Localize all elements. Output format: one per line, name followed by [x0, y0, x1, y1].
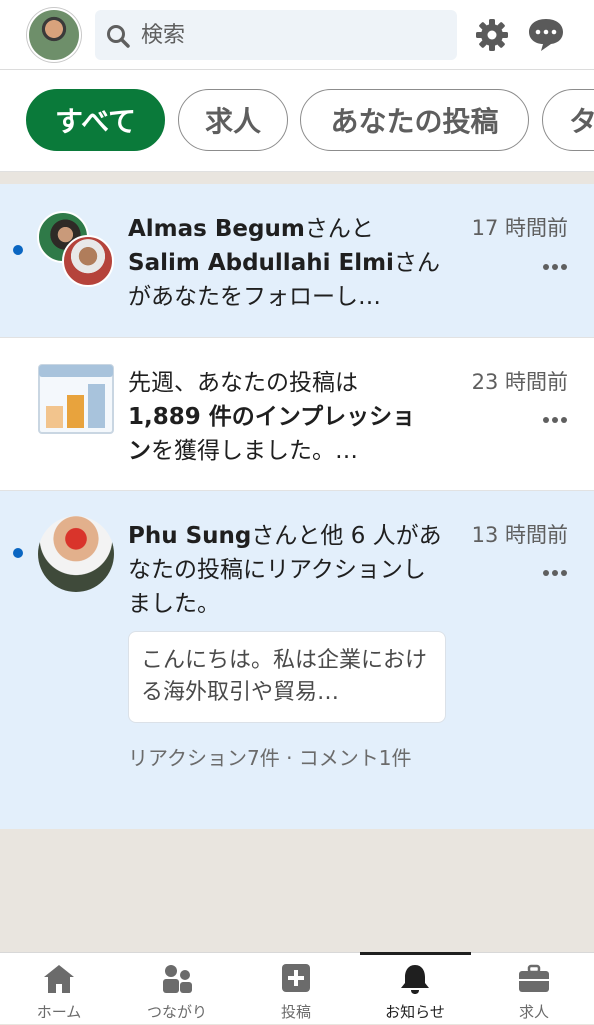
- timestamp: 23 時間前: [471, 370, 568, 394]
- more-options-icon[interactable]: [543, 264, 569, 272]
- notification-text: Almas Begumさんと Salim Abdullahi Elmiさんがあな…: [128, 212, 450, 314]
- nav-label: つながり: [146, 1003, 207, 1021]
- notification-follow[interactable]: Almas Begumさんと Salim Abdullahi Elmiさんがあな…: [0, 184, 594, 337]
- chip-jobs[interactable]: 求人: [178, 89, 288, 151]
- notification-body: を獲得しました。…: [151, 438, 358, 464]
- actor-name[interactable]: Phu Sung: [128, 523, 251, 549]
- home-icon: [44, 965, 74, 993]
- nav-network[interactable]: つながり: [118, 953, 236, 1025]
- timestamp: 17 時間前: [471, 216, 568, 240]
- more-options-icon[interactable]: [543, 570, 569, 578]
- filter-chips: すべて 求人 あなたの投稿 タ: [0, 70, 594, 172]
- nav-label: 投稿: [280, 1003, 311, 1021]
- avatar[interactable]: [62, 235, 114, 287]
- plus-box-icon: [282, 964, 310, 992]
- people-icon: [163, 965, 192, 993]
- nav-label: ホーム: [36, 1003, 82, 1021]
- analytics-chart-icon: [38, 364, 114, 434]
- timestamp: 13 時間前: [471, 523, 568, 547]
- chip-my-posts[interactable]: あなたの投稿: [300, 89, 529, 151]
- chip-all[interactable]: すべて: [26, 89, 165, 151]
- nav-post[interactable]: 投稿: [237, 953, 355, 1025]
- search-input[interactable]: [141, 10, 441, 60]
- avatar[interactable]: [38, 516, 114, 592]
- notification-text: Phu Sungさんと他 6 人があなたの投稿にリアクションしました。: [128, 519, 446, 621]
- nav-label: お知らせ: [385, 1003, 445, 1021]
- actor-name[interactable]: Salim Abdullahi Elmi: [128, 250, 394, 276]
- bottom-navigation: ホーム つながり 投稿 お知らせ 求人: [0, 952, 594, 1024]
- nav-notifications[interactable]: お知らせ: [356, 953, 474, 1025]
- notification-text: 先週、あなたの投稿は1,889 件のインプレッションを獲得しました。…: [128, 366, 428, 468]
- search-bar[interactable]: [95, 10, 457, 60]
- profile-avatar[interactable]: [29, 10, 79, 60]
- notification-impressions[interactable]: 先週、あなたの投稿は1,889 件のインプレッションを獲得しました。… 23 時…: [0, 337, 594, 491]
- unread-dot: [13, 245, 23, 255]
- nav-label: 求人: [518, 1003, 549, 1021]
- post-preview[interactable]: こんにちは。私は企業における海外取引や貿易…: [128, 631, 446, 723]
- chat-bubble-icon[interactable]: [526, 16, 566, 54]
- notification-reaction[interactable]: Phu Sungさんと他 6 人があなたの投稿にリアクションしました。 13 時…: [0, 491, 594, 829]
- more-options-icon[interactable]: [543, 417, 569, 425]
- section-gap: [0, 172, 594, 184]
- nav-jobs[interactable]: 求人: [475, 953, 593, 1025]
- unread-dot: [13, 548, 23, 558]
- connector-text: さんと: [304, 216, 374, 242]
- nav-home[interactable]: ホーム: [0, 953, 118, 1025]
- actor-name[interactable]: Almas Begum: [128, 216, 305, 242]
- gear-icon[interactable]: [473, 16, 511, 54]
- top-bar: [0, 0, 594, 70]
- notification-body: 先週、あなたの投稿は: [128, 370, 358, 396]
- search-icon: [107, 25, 130, 48]
- chip-more[interactable]: タ: [542, 89, 594, 151]
- briefcase-icon: [519, 964, 549, 992]
- bell-icon: [401, 965, 429, 994]
- reaction-stats[interactable]: リアクション7件 · コメント1件: [128, 743, 458, 773]
